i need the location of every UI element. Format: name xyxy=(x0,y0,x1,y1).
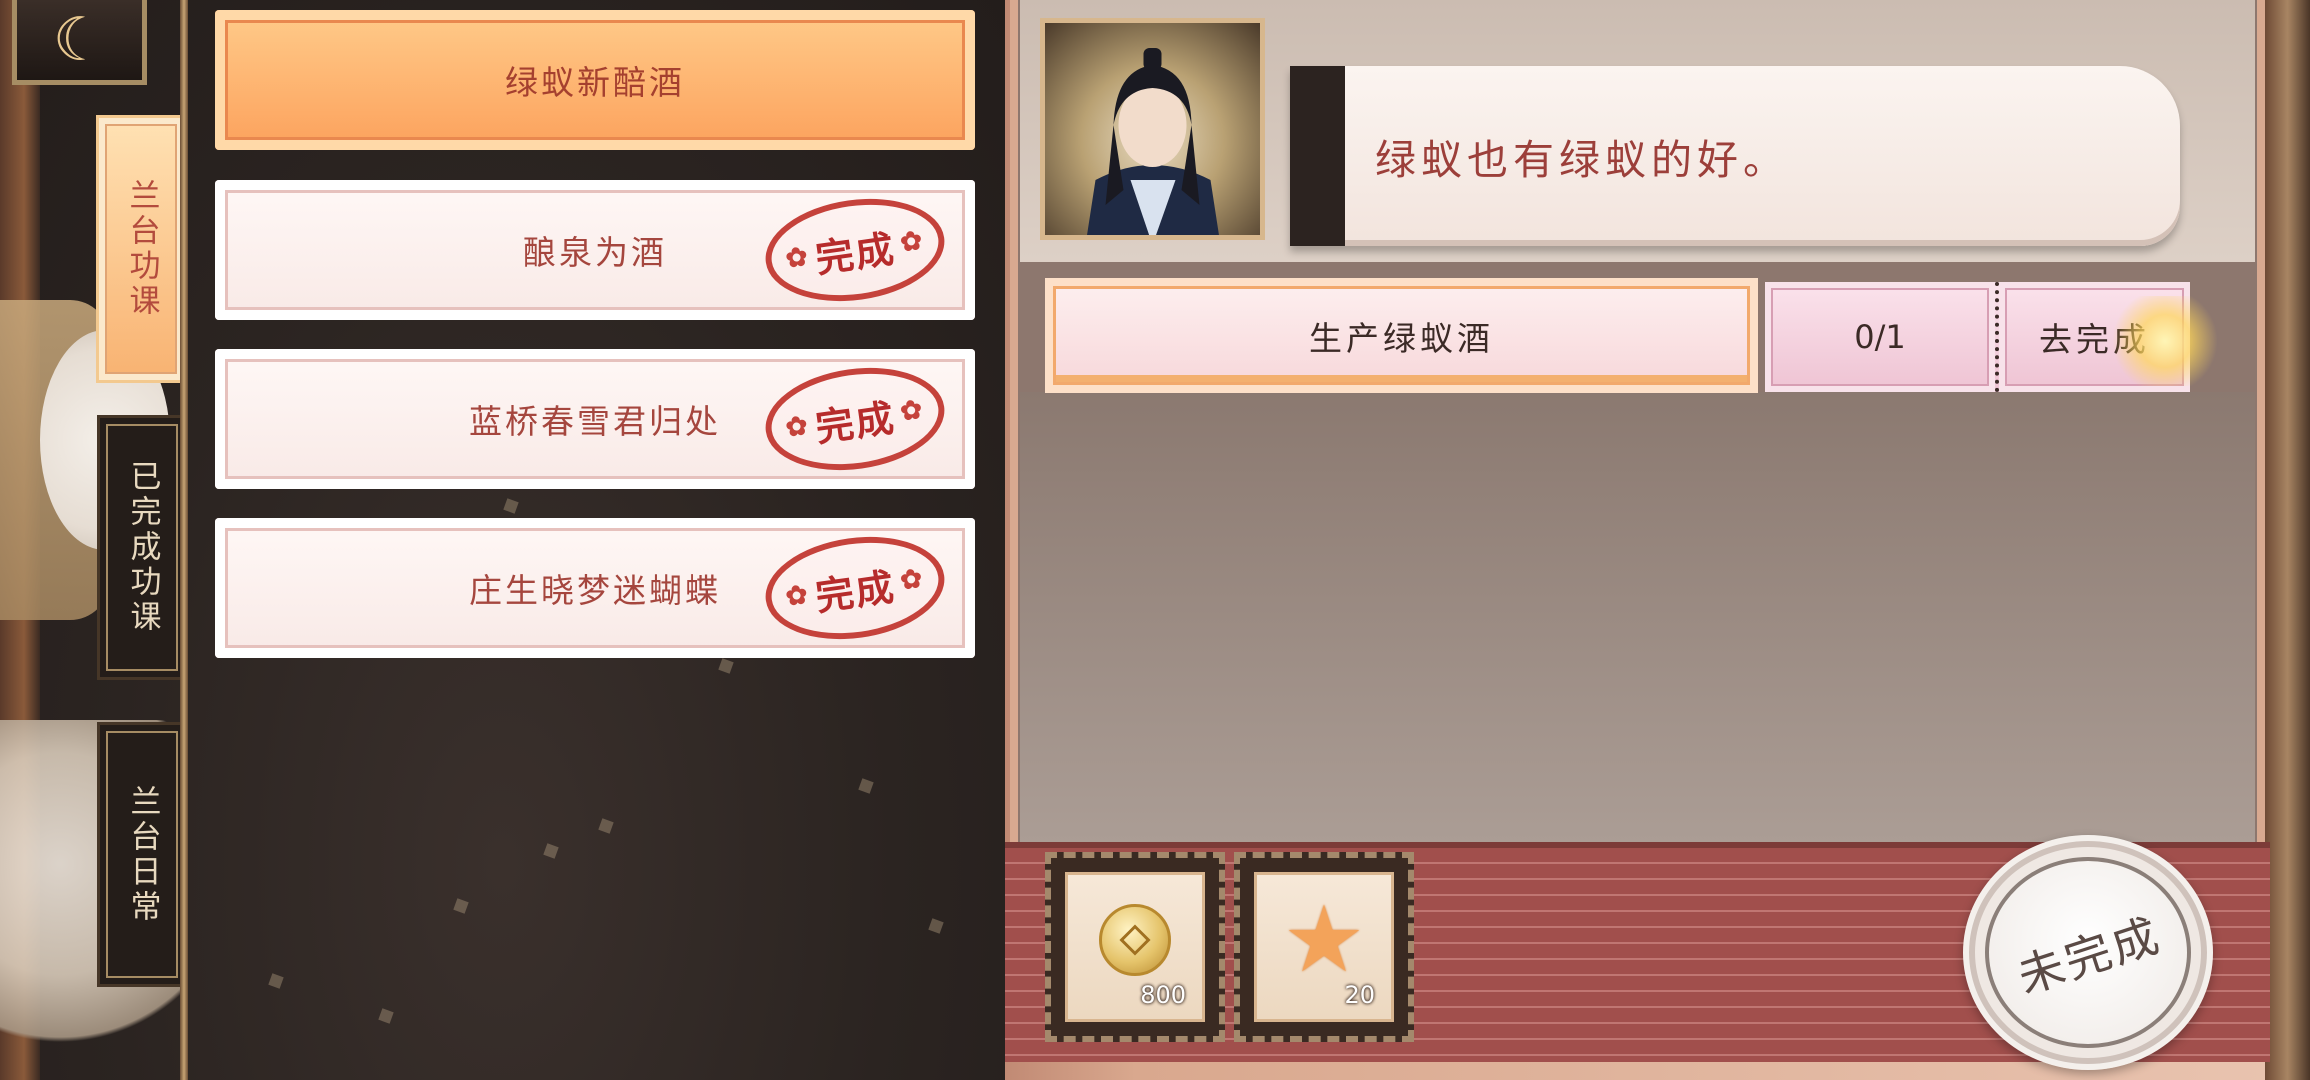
quest-item-selected[interactable]: 绿蚁新醅酒 xyxy=(215,10,975,150)
confetti xyxy=(268,973,284,989)
tab-lantai-daily[interactable]: 兰台日常 xyxy=(97,722,187,987)
flower-icon: ✿ xyxy=(783,579,812,613)
tab-label: 已完成功课 xyxy=(124,460,161,635)
flower-icon: ✿ xyxy=(898,394,927,428)
task-name-label: 生产绿蚁酒 xyxy=(1309,318,1494,358)
character-figure-icon xyxy=(1086,48,1219,235)
confetti xyxy=(718,658,734,674)
confetti xyxy=(543,843,559,859)
character-portrait xyxy=(1040,18,1265,240)
tab-label: 兰台功课 xyxy=(123,179,160,319)
flower-icon: ✿ xyxy=(783,241,812,275)
stamp-label: 完成 xyxy=(812,563,899,619)
confetti xyxy=(928,918,944,934)
flower-icon: ✿ xyxy=(898,563,927,597)
tab-completed-lessons[interactable]: 已完成功课 xyxy=(97,415,187,680)
incomplete-status-button[interactable]: 未完成 xyxy=(1963,835,2213,1070)
tab-label: 兰台日常 xyxy=(124,784,161,925)
completed-stamp: ✿ 完成 ✿ xyxy=(758,187,952,313)
dialogue-bubble: 绿蚁也有绿蚁的好。 xyxy=(1290,66,2180,246)
task-name: 生产绿蚁酒 xyxy=(1045,278,1758,393)
stamp-label: 完成 xyxy=(812,225,899,281)
coin-icon xyxy=(1099,904,1171,976)
reward-coin[interactable]: 800 xyxy=(1045,852,1225,1042)
confetti xyxy=(453,898,469,914)
quest-title: 绿蚁新醅酒 xyxy=(505,63,685,102)
star-icon: ★ xyxy=(1282,886,1366,993)
confetti xyxy=(378,1008,394,1024)
quest-item[interactable]: 庄生晓梦迷蝴蝶 ✿ 完成 ✿ xyxy=(215,518,975,658)
reward-card: ★ 20 xyxy=(1254,872,1394,1022)
right-edge-decoration xyxy=(2265,0,2310,1080)
quest-item[interactable]: 蓝桥春雪君归处 ✿ 完成 ✿ xyxy=(215,349,975,489)
stamp-label: 完成 xyxy=(812,394,899,450)
back-emblem-icon[interactable]: ☾ xyxy=(12,0,147,85)
flower-icon: ✿ xyxy=(898,225,927,259)
quest-title: 庄生晓梦迷蝴蝶 xyxy=(469,571,721,610)
confetti xyxy=(858,778,874,794)
divider xyxy=(180,0,188,1080)
reward-count: 20 xyxy=(1344,981,1375,1009)
quest-title: 蓝桥春雪君归处 xyxy=(469,402,721,441)
dialogue-text: 绿蚁也有绿蚁的好。 xyxy=(1375,136,1789,184)
task-progress-label: 0/1 xyxy=(1854,318,1906,356)
reward-card: 800 xyxy=(1065,872,1205,1022)
reward-count: 800 xyxy=(1140,981,1186,1009)
completed-stamp: ✿ 完成 ✿ xyxy=(758,525,952,651)
flower-icon: ✿ xyxy=(783,410,812,444)
go-complete-label: 去完成 xyxy=(2039,320,2150,359)
completed-stamp: ✿ 完成 ✿ xyxy=(758,356,952,482)
quest-item[interactable]: 酿泉为酒 ✿ 完成 ✿ xyxy=(215,180,975,320)
task-progress: 0/1 xyxy=(1765,282,1995,392)
confetti xyxy=(598,818,614,834)
confetti xyxy=(503,498,519,514)
quest-title: 酿泉为酒 xyxy=(523,233,667,272)
reward-star[interactable]: ★ 20 xyxy=(1234,852,1414,1042)
tab-lantai-lessons[interactable]: 兰台功课 xyxy=(96,115,186,383)
task-list-area xyxy=(1020,392,2255,842)
task-row: 生产绿蚁酒 0/1 去完成 xyxy=(1045,278,2225,393)
status-label: 未完成 xyxy=(2010,906,2168,1004)
go-complete-button[interactable]: 去完成 xyxy=(1995,282,2190,392)
